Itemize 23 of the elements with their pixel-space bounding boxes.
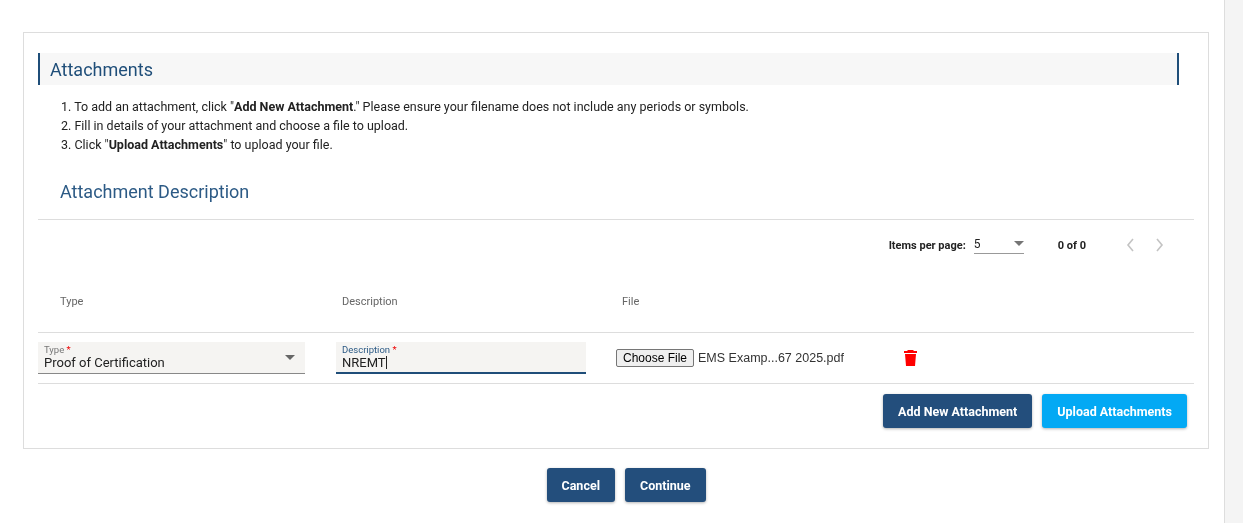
type-select[interactable]: Type * Proof of Certification — [38, 342, 305, 374]
column-header: File — [622, 294, 641, 308]
caret-icon — [1013, 241, 1024, 246]
column-header: Description — [342, 294, 399, 308]
description-field[interactable]: Description * NREMT — [336, 342, 586, 374]
instruction-text: 2. Fill in details of your attachment and choose a file to upload. — [61, 117, 410, 135]
file-name: EMS Examp...67 2025.pdf — [698, 351, 844, 365]
section-title: Attachments — [50, 58, 153, 80]
instruction-text: 3. Click "Upload Attachments" to upload your file. — [61, 136, 334, 154]
footer-button[interactable]: Continue — [624, 468, 706, 502]
footer-button[interactable]: Cancel — [546, 468, 615, 502]
chevron-right-icon — [1155, 238, 1164, 252]
instruction-text: 1. To add an attachment, click "Add New Attachment." Please ensure your filename does not include any periods or symbols. — [61, 98, 750, 116]
action-button[interactable]: Add New Attachment — [883, 394, 1033, 428]
section-subtitle: Attachment Description — [59, 180, 251, 204]
column-header: Type — [60, 294, 85, 308]
choose-file-button[interactable]: Choose File — [616, 349, 695, 367]
chevron-left-icon — [1126, 238, 1135, 252]
caret-icon — [285, 355, 295, 360]
items-per-page-label: Items per page: — [888, 238, 966, 252]
page-range: 0 of 0 — [1057, 238, 1086, 252]
page-size-select[interactable]: 5 — [973, 236, 1024, 254]
delete-icon[interactable] — [903, 350, 917, 366]
